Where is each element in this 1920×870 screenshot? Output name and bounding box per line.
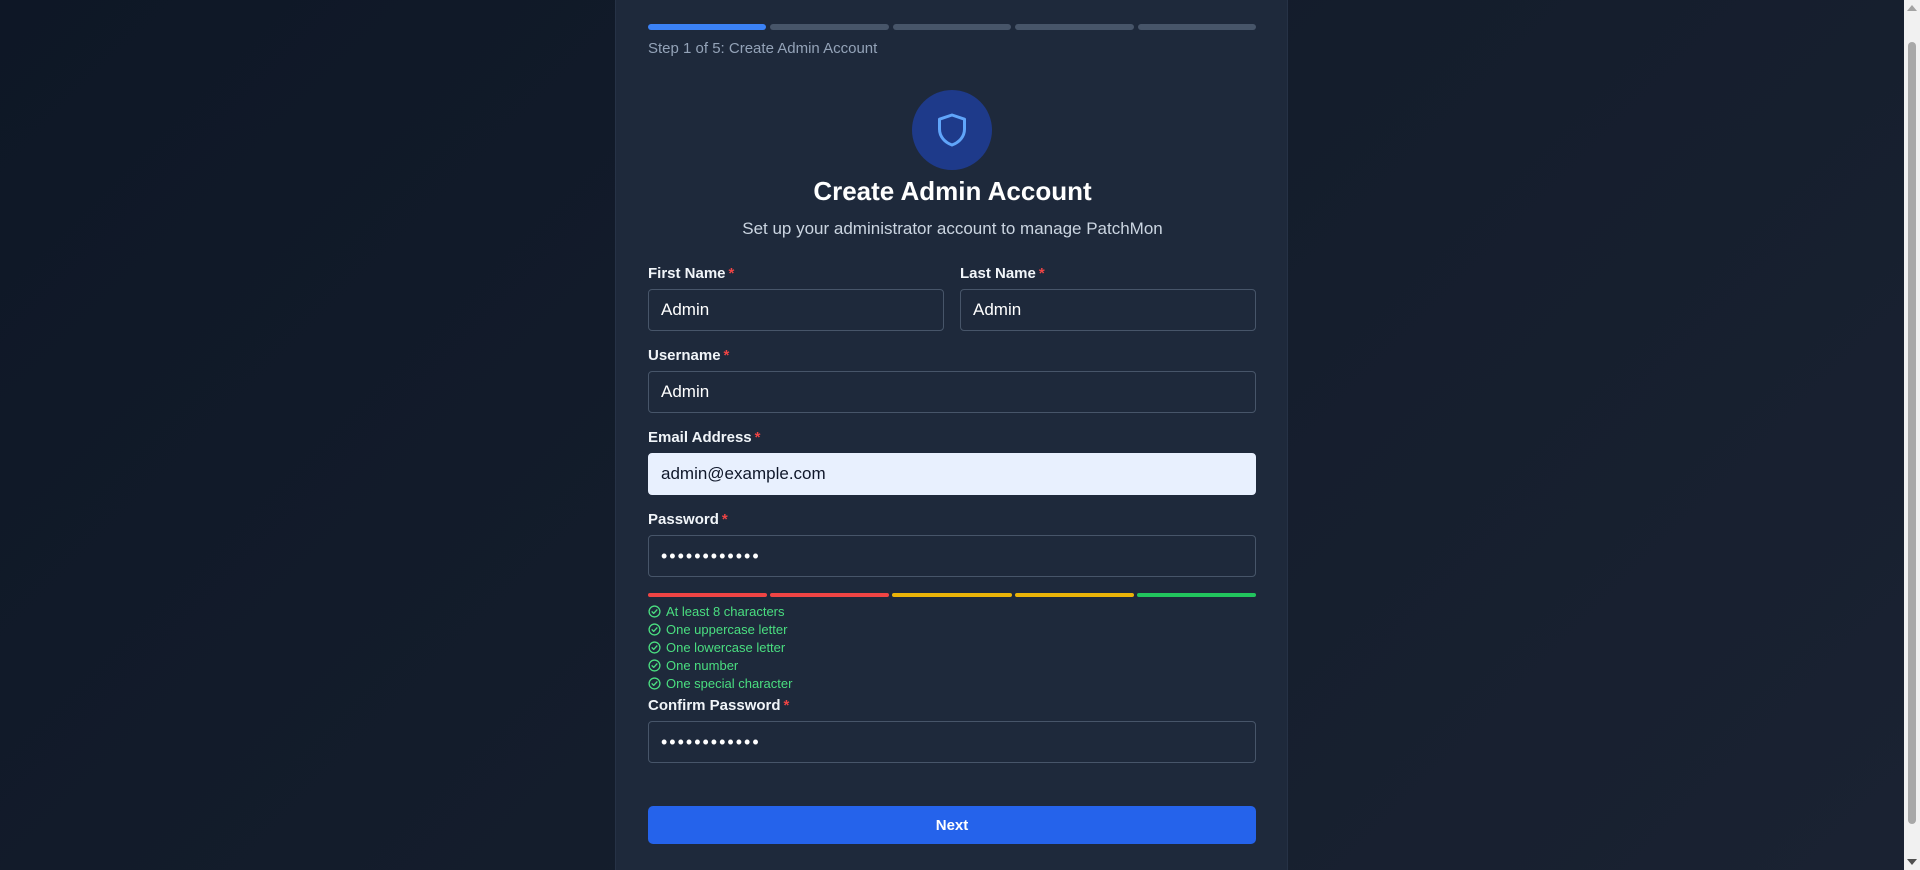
requirement-text: One uppercase letter (666, 621, 788, 637)
page-viewport: Step 1 of 5: Create Admin Account Create… (0, 0, 1904, 870)
scroll-up-icon[interactable] (1907, 5, 1917, 11)
step-segment-2 (770, 24, 889, 30)
step-segment-5 (1137, 24, 1257, 30)
requirement-item: At least 8 characters (648, 602, 1048, 620)
last-name-label-text: Last Name (960, 265, 1036, 282)
required-marker: * (1038, 265, 1045, 282)
step-progress-bar (648, 24, 1257, 30)
step-label: Step 1 of 5: Create Admin Account (648, 40, 878, 57)
username-label-text: Username (648, 347, 721, 364)
confirm-password-label-text: Confirm Password (648, 697, 781, 714)
password-input[interactable] (648, 535, 1256, 577)
username-label: Username * (648, 347, 729, 364)
requirement-text: One special character (666, 675, 793, 691)
check-circle-icon (648, 676, 661, 690)
check-circle-icon (648, 604, 661, 618)
required-marker: * (723, 347, 730, 364)
requirement-text: One lowercase letter (666, 639, 786, 655)
step-segment-3 (892, 24, 1012, 30)
password-strength-meter (648, 593, 1257, 597)
requirement-item: One lowercase letter (648, 638, 1048, 656)
first-name-label-text: First Name (648, 265, 726, 282)
requirement-item: One uppercase letter (648, 620, 1048, 638)
required-marker: * (728, 265, 735, 282)
required-marker: * (783, 697, 790, 714)
last-name-input[interactable] (960, 289, 1256, 331)
vertical-scrollbar[interactable] (1904, 0, 1920, 870)
setup-card: Step 1 of 5: Create Admin Account Create… (615, 0, 1288, 870)
step-segment-1 (648, 24, 767, 30)
confirm-password-input[interactable] (648, 721, 1256, 763)
username-input[interactable] (648, 371, 1256, 413)
first-name-label: First Name * (648, 265, 734, 282)
email-input[interactable] (648, 453, 1256, 495)
scroll-thumb[interactable] (1908, 42, 1916, 824)
page-subtitle: Set up your administrator account to man… (742, 219, 1163, 238)
last-name-label: Last Name * (960, 265, 1045, 282)
email-label: Email Address * (648, 429, 761, 446)
shield-icon-badge (912, 90, 992, 170)
requirement-text: At least 8 characters (666, 603, 785, 619)
strength-segment-4 (1014, 593, 1134, 597)
email-label-text: Email Address (648, 429, 752, 446)
shield-icon (938, 113, 966, 147)
check-circle-icon (648, 658, 661, 672)
password-label: Password * (648, 511, 728, 528)
step-segment-4 (1015, 24, 1134, 30)
scroll-down-icon[interactable] (1907, 859, 1917, 865)
check-circle-icon (648, 622, 661, 636)
required-marker: * (721, 511, 728, 528)
requirement-item: One special character (648, 674, 1048, 692)
next-button[interactable]: Next (648, 806, 1256, 844)
password-requirements-list: At least 8 characters One uppercase lette… (648, 602, 1048, 692)
confirm-password-label: Confirm Password * (648, 697, 789, 714)
requirement-item: One number (648, 656, 1048, 674)
strength-segment-2 (770, 593, 890, 597)
check-circle-icon (648, 640, 661, 654)
first-name-input[interactable] (648, 289, 944, 331)
strength-segment-3 (892, 593, 1012, 597)
required-marker: * (754, 429, 761, 446)
password-label-text: Password (648, 511, 719, 528)
requirement-text: One number (666, 657, 739, 673)
page-title: Create Admin Account (813, 176, 1092, 206)
strength-segment-5 (1136, 593, 1257, 597)
strength-segment-1 (648, 593, 768, 597)
